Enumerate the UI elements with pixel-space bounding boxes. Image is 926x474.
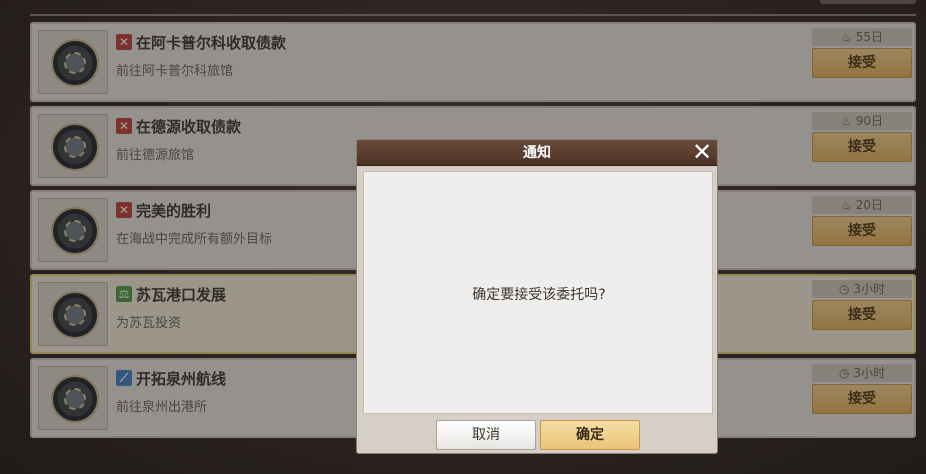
cancel-button[interactable]: 取消 <box>436 420 536 450</box>
notice-dialog: 通知 ✕ 确定要接受该委托吗? 取消 确定 <box>356 139 718 454</box>
close-icon[interactable]: ✕ <box>691 140 713 164</box>
dialog-title: 通知 <box>523 145 551 161</box>
dialog-message: 确定要接受该委托吗? <box>472 287 606 303</box>
dialog-header: 通知 ✕ <box>357 140 717 166</box>
dialog-body: 确定要接受该委托吗? <box>363 171 713 414</box>
confirm-button[interactable]: 确定 <box>540 420 640 450</box>
